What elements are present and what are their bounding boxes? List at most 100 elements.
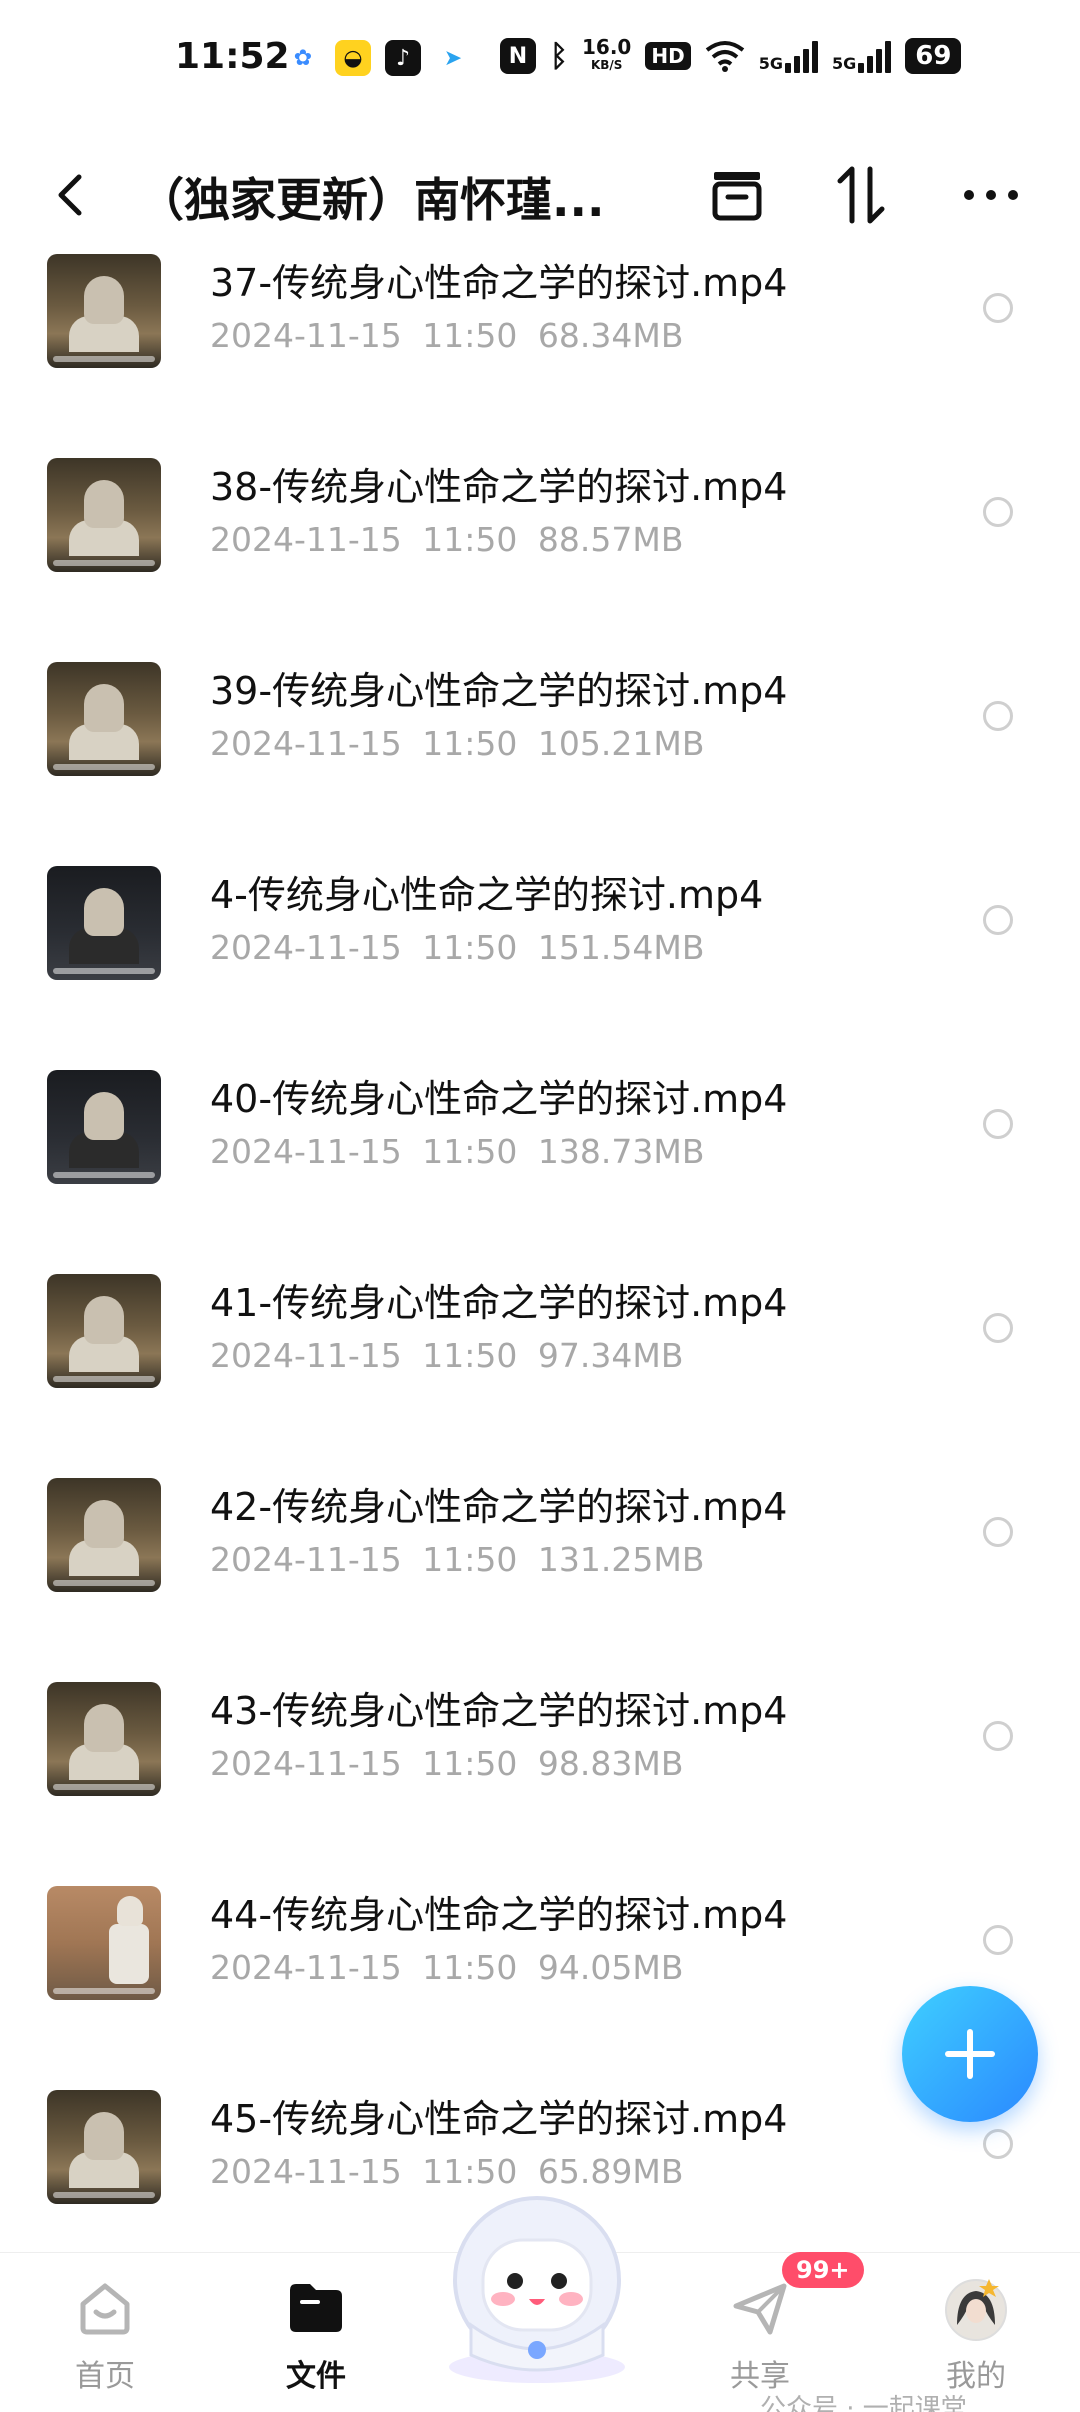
file-row[interactable]: 44-传统身心性命之学的探讨.mp4 2024-11-15 11:50 94.05… [0,1828,1080,2032]
video-thumbnail [47,254,161,368]
file-name: 40-传统身心性命之学的探讨.mp4 [210,1077,788,1121]
mascot-button[interactable] [425,2185,650,2385]
file-row[interactable]: 40-传统身心性命之学的探讨.mp4 2024-11-15 11:50 138.7… [0,1012,1080,1216]
file-meta: 2024-11-15 11:50 94.05MB [210,1948,683,1987]
file-name: 4-传统身心性命之学的探讨.mp4 [210,873,764,917]
nav-home-label: 首页 [75,2359,135,2394]
file-date: 2024-11-15 [210,520,402,559]
file-date: 2024-11-15 [210,928,402,967]
archive-button[interactable] [704,162,770,228]
video-thumbnail [47,662,161,776]
file-meta: 2024-11-15 11:50 151.54MB [210,928,704,967]
nav-files[interactable]: 文件 [236,2253,396,2412]
nav-home[interactable]: 首页 [25,2253,185,2412]
select-radio[interactable] [983,1721,1013,1751]
file-size: 138.73MB [537,1132,705,1171]
network-speed-value: 16.0 [582,35,632,59]
file-items: 37-传统身心性命之学的探讨.mp4 2024-11-15 11:50 68.34… [0,250,1080,2236]
file-time: 11:50 [422,1132,518,1171]
signal-bars-2-icon [858,39,892,73]
file-row[interactable]: 38-传统身心性命之学的探讨.mp4 2024-11-15 11:50 88.57… [0,400,1080,604]
file-row[interactable]: 42-传统身心性命之学的探讨.mp4 2024-11-15 11:50 131.2… [0,1420,1080,1624]
video-thumbnail [47,1886,161,2000]
file-name: 37-传统身心性命之学的探讨.mp4 [210,261,788,305]
signal-2: 5G [831,39,892,73]
file-name: 44-传统身心性命之学的探讨.mp4 [210,1893,788,1937]
wifi-icon [705,41,744,72]
file-name: 39-传统身心性命之学的探讨.mp4 [210,669,788,713]
file-size: 151.54MB [537,928,705,967]
file-meta: 2024-11-15 11:50 105.21MB [210,724,704,763]
select-radio[interactable] [983,293,1013,323]
header: （独家更新）南怀瑾... [0,140,1080,250]
add-button[interactable] [902,1986,1038,2122]
share-badge: 99+ [782,2252,864,2288]
file-meta: 2024-11-15 11:50 97.34MB [210,1336,683,1375]
hd-voice-icon: HD [645,42,691,70]
video-thumbnail [47,1682,161,1796]
tiktok-icon: ♪ [385,40,421,76]
select-radio[interactable] [983,1109,1013,1139]
file-name: 43-传统身心性命之学的探讨.mp4 [210,1689,788,1733]
file-meta: 2024-11-15 11:50 138.73MB [210,1132,704,1171]
file-meta: 2024-11-15 11:50 131.25MB [210,1540,704,1579]
file-meta: 2024-11-15 11:50 88.57MB [210,520,683,559]
file-list: 37-传统身心性命之学的探讨.mp4 2024-11-15 11:50 68.34… [0,250,1080,2240]
video-thumbnail [47,1070,161,1184]
file-size: 97.34MB [537,1336,684,1375]
file-row[interactable]: 37-传统身心性命之学的探讨.mp4 2024-11-15 11:50 68.34… [0,250,1080,400]
more-button[interactable] [958,162,1024,228]
select-radio[interactable] [983,497,1013,527]
network-speed-unit: KB/S [590,58,623,72]
network-type-1: 5G [758,54,783,73]
cloud-app-icon: ✿ [293,45,313,71]
select-radio[interactable] [983,701,1013,731]
file-time: 11:50 [422,520,518,559]
select-radio[interactable] [983,1313,1013,1343]
sort-button[interactable] [828,162,894,228]
status-indicators: N ᛒ 16.0 KB/S HD 5G 5G 69 [500,35,962,74]
select-radio[interactable] [983,1517,1013,1547]
folder-icon [281,2273,351,2343]
mascot-icon [449,2196,625,2383]
file-row[interactable]: 43-传统身心性命之学的探讨.mp4 2024-11-15 11:50 98.83… [0,1624,1080,1828]
select-radio[interactable] [983,1925,1013,1955]
file-time: 11:50 [422,316,518,355]
page-title: （独家更新）南怀瑾... [138,173,605,227]
file-date: 2024-11-15 [210,2152,402,2191]
file-row[interactable]: 4-传统身心性命之学的探讨.mp4 2024-11-15 11:50 151.54… [0,808,1080,1012]
file-name: 38-传统身心性命之学的探讨.mp4 [210,465,788,509]
file-meta: 2024-11-15 11:50 98.83MB [210,1744,683,1783]
status-app-icons: ✿ ◒ ♪ ➤ [285,40,471,76]
car-app-icon: ◒ [335,40,371,76]
file-size: 68.34MB [537,316,684,355]
signal-1: 5G [759,39,818,73]
video-thumbnail [47,2090,161,2204]
file-size: 94.05MB [537,1948,684,1987]
file-time: 11:50 [422,1540,518,1579]
file-size: 88.57MB [537,520,684,559]
bluetooth-icon: ᛒ [550,38,568,74]
file-row[interactable]: 39-传统身心性命之学的探讨.mp4 2024-11-15 11:50 105.2… [0,604,1080,808]
select-radio[interactable] [983,905,1013,935]
more-dots-icon [964,190,1018,200]
file-date: 2024-11-15 [210,1744,402,1783]
file-time: 11:50 [422,928,518,967]
video-thumbnail [47,866,161,980]
file-time: 11:50 [422,1336,518,1375]
back-arrow-icon [58,174,82,216]
file-time: 11:50 [422,1744,518,1783]
file-size: 98.83MB [537,1744,684,1783]
file-row[interactable]: 41-传统身心性命之学的探讨.mp4 2024-11-15 11:50 97.34… [0,1216,1080,1420]
sort-icon [837,166,885,224]
watermark: 公众号 · 一起课堂 [760,2394,967,2412]
back-button[interactable] [40,165,100,225]
network-type-2: 5G [831,54,857,73]
home-icon [70,2273,140,2343]
nav-files-label: 文件 [286,2359,346,2394]
signal-bars-1-icon [784,39,818,73]
archive-icon [712,172,762,221]
select-radio[interactable] [983,2129,1013,2159]
status-bar: 11:52 ✿ ◒ ♪ ➤ N ᛒ 16.0 KB/S HD 5G 5G 69 [0,0,1080,120]
file-date: 2024-11-15 [210,1132,402,1171]
